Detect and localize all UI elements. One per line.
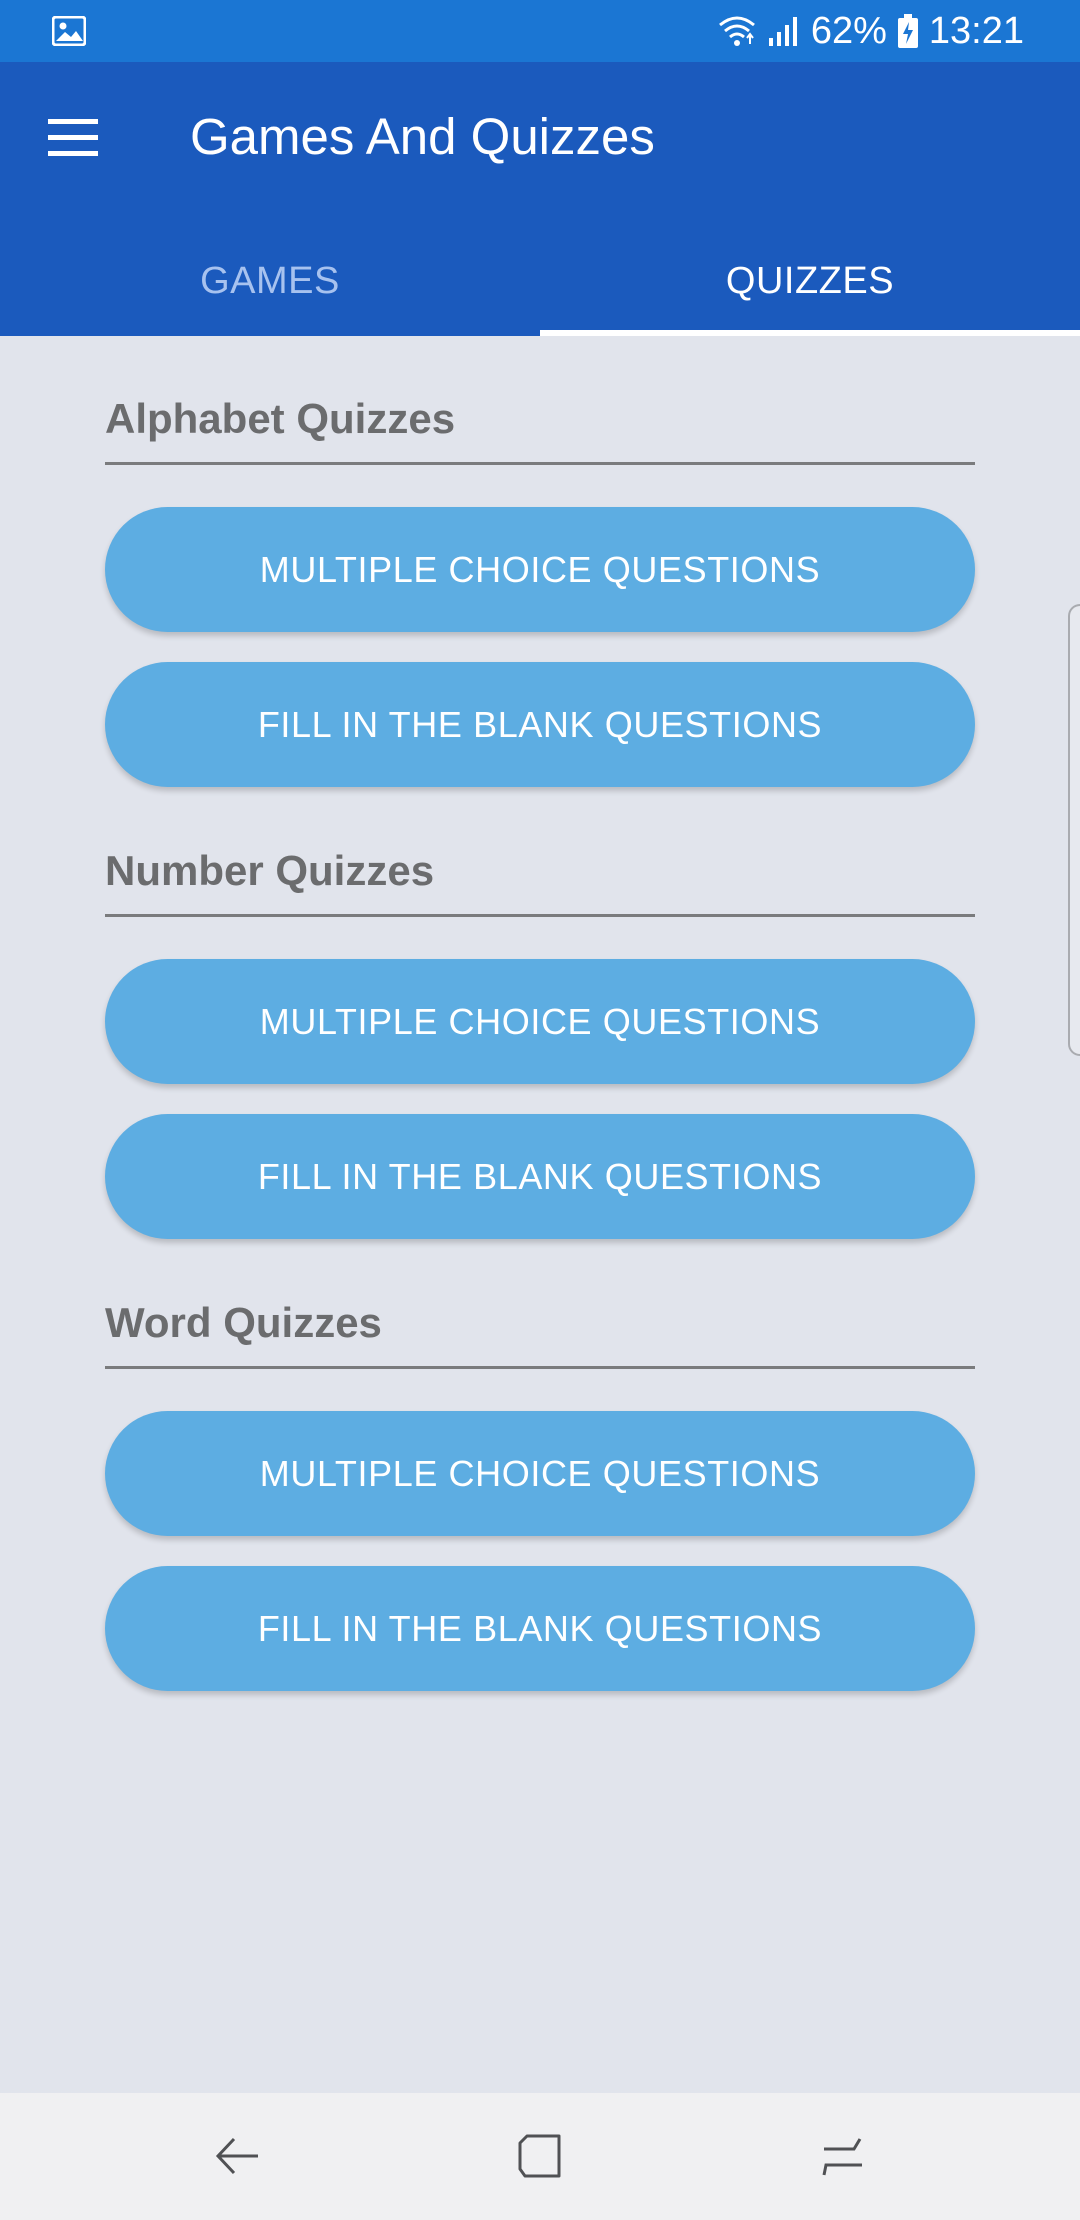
clock: 13:21 [928, 9, 1024, 52]
tab-bar: GAMES QUIZZES [0, 226, 1080, 336]
home-button[interactable] [505, 2123, 575, 2189]
back-icon [215, 2137, 258, 2175]
number-multiple-choice-button[interactable]: MULTIPLE CHOICE QUESTIONS [105, 959, 975, 1084]
recents-button[interactable] [808, 2123, 878, 2189]
section-number-quizzes: Number Quizzes MULTIPLE CHOICE QUESTIONS… [105, 787, 975, 1239]
word-fill-in-blank-button[interactable]: FILL IN THE BLANK QUESTIONS [105, 1566, 975, 1691]
word-multiple-choice-button[interactable]: MULTIPLE CHOICE QUESTIONS [105, 1411, 975, 1536]
home-icon [518, 2134, 561, 2178]
navigation-bar [0, 2093, 1080, 2220]
recents-icon [822, 2138, 862, 2176]
menu-button[interactable] [38, 110, 108, 166]
gallery-icon [52, 16, 86, 46]
battery-icon [897, 14, 918, 48]
section-heading: Word Quizzes [105, 1239, 975, 1369]
tab-games-label: GAMES [200, 259, 340, 302]
number-fill-in-blank-button[interactable]: FILL IN THE BLANK QUESTIONS [105, 1114, 975, 1239]
alphabet-fill-in-blank-button[interactable]: FILL IN THE BLANK QUESTIONS [105, 662, 975, 787]
app-bar: Games And Quizzes GAMES QUIZZES [0, 62, 1080, 336]
tab-quizzes-label: QUIZZES [725, 259, 895, 302]
page-title: Games And Quizzes [190, 108, 655, 165]
battery-percent: 62% [810, 9, 887, 52]
tab-quizzes[interactable]: QUIZZES [540, 226, 1080, 336]
tab-games[interactable]: GAMES [0, 226, 540, 336]
edge-panel-handle[interactable] [1068, 604, 1080, 1056]
menu-icon [48, 119, 98, 156]
status-bar: 62% 13:21 [0, 0, 1080, 62]
wifi-icon [718, 16, 755, 46]
section-heading: Number Quizzes [105, 787, 975, 917]
quiz-list: Alphabet Quizzes MULTIPLE CHOICE QUESTIO… [105, 336, 975, 1691]
section-alphabet-quizzes: Alphabet Quizzes MULTIPLE CHOICE QUESTIO… [105, 336, 975, 787]
section-word-quizzes: Word Quizzes MULTIPLE CHOICE QUESTIONS F… [105, 1239, 975, 1691]
back-button[interactable] [202, 2123, 272, 2189]
signal-icon [768, 17, 797, 46]
section-heading: Alphabet Quizzes [105, 336, 975, 465]
alphabet-multiple-choice-button[interactable]: MULTIPLE CHOICE QUESTIONS [105, 507, 975, 632]
